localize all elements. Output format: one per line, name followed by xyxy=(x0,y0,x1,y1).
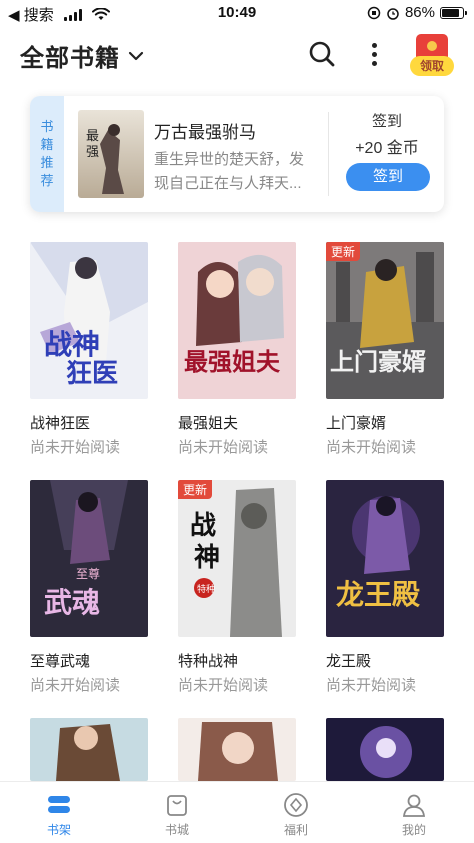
svg-text:最强姐夫: 最强姐夫 xyxy=(184,348,281,376)
status-right: 86% xyxy=(367,4,467,21)
battery-icon xyxy=(440,6,467,19)
nav-bookstore[interactable]: 书城 xyxy=(147,792,207,838)
nav-label: 书架 xyxy=(46,823,71,837)
svg-text:武魂: 武魂 xyxy=(44,586,100,619)
book-cover[interactable]: 战 神 特种 更新 xyxy=(178,480,296,637)
checkin-text: 签到 xyxy=(371,113,402,130)
book-title: 最强姐夫 xyxy=(178,415,239,432)
svg-text:战神: 战神 xyxy=(44,328,100,361)
svg-text:狂医: 狂医 xyxy=(66,359,118,389)
book-cover[interactable]: 上门豪婿 更新 xyxy=(326,242,444,399)
store-bag-icon xyxy=(167,795,187,816)
book-read-status: 尚未开始阅读 xyxy=(326,439,417,456)
book-read-status: 尚未开始阅读 xyxy=(30,439,121,456)
recommend-book-cover[interactable]: 最 强 xyxy=(78,110,144,198)
checkin-reward: +20 金币 xyxy=(355,140,419,157)
book-cover[interactable]: 龙王殿 xyxy=(326,480,444,637)
book-cover[interactable]: 最强姐夫 xyxy=(178,242,296,399)
nav-profile[interactable]: 我的 xyxy=(384,792,444,838)
alarm-icon xyxy=(387,7,399,20)
update-badge: 更新 xyxy=(326,242,361,261)
divider xyxy=(328,112,329,196)
svg-text:最: 最 xyxy=(86,129,99,144)
more-options-icon[interactable] xyxy=(364,40,384,68)
book-cover[interactable] xyxy=(178,718,296,781)
update-badge: 更新 xyxy=(178,480,213,499)
welfare-diamond-icon xyxy=(284,793,308,817)
nav-label: 福利 xyxy=(283,823,308,837)
svg-text:战: 战 xyxy=(190,511,216,541)
checkin-button[interactable]: 签到 xyxy=(346,163,430,191)
svg-text:上门豪婿: 上门豪婿 xyxy=(330,348,426,376)
svg-text:神: 神 xyxy=(194,543,220,573)
book-title: 至尊武魂 xyxy=(30,653,91,670)
battery-percent: 86% xyxy=(404,4,435,21)
book-cover[interactable]: 战神 狂医 xyxy=(30,242,148,399)
book-read-status: 尚未开始阅读 xyxy=(30,677,121,694)
recommend-tag-label: 书籍推荐 xyxy=(40,119,54,188)
search-icon[interactable] xyxy=(308,40,336,68)
page-title: 全部书籍 xyxy=(20,45,120,72)
recommend-book-title[interactable]: 万古最强驸马 xyxy=(154,118,256,143)
svg-text:特种: 特种 xyxy=(197,583,215,595)
book-title: 上门豪婿 xyxy=(326,415,387,432)
nav-label: 我的 xyxy=(401,823,426,837)
nav-label: 书城 xyxy=(164,823,189,837)
claim-red-packet-button[interactable]: 领取 xyxy=(410,34,454,78)
book-read-status: 尚未开始阅读 xyxy=(178,677,269,694)
book-title: 特种战神 xyxy=(178,653,239,670)
recommend-card: 书籍推荐 最 强 万古最强驸马 重生异世的楚天舒，发现自己正在与人拜天... 签… xyxy=(30,96,444,212)
book-cover[interactable] xyxy=(30,718,148,781)
recommend-tag: 书籍推荐 xyxy=(30,96,64,212)
book-filter-dropdown[interactable]: 全部书籍 xyxy=(20,38,144,73)
battery-level-fill xyxy=(442,8,460,17)
orientation-lock-icon xyxy=(367,6,381,19)
profile-icon xyxy=(402,794,426,817)
bottom-nav: 书架 书城 福利 我的 xyxy=(0,781,474,843)
book-read-status: 尚未开始阅读 xyxy=(326,677,417,694)
book-title: 战神狂医 xyxy=(30,415,91,432)
book-cover[interactable] xyxy=(326,718,444,781)
status-bar: ◀ 搜索 10:49 86% xyxy=(0,0,474,26)
book-cover[interactable]: 至尊 武魂 xyxy=(30,480,148,637)
svg-text:龙王殿: 龙王殿 xyxy=(336,578,420,611)
chevron-down-icon xyxy=(128,51,144,60)
book-read-status: 尚未开始阅读 xyxy=(178,439,269,456)
nav-welfare[interactable]: 福利 xyxy=(266,792,326,838)
top-header: 全部书籍 领取 xyxy=(0,30,474,76)
nav-bookshelf[interactable]: 书架 xyxy=(29,792,89,838)
claim-label: 领取 xyxy=(410,56,454,76)
recommend-book-description: 重生异世的楚天舒，发现自己正在与人拜天... xyxy=(154,151,305,192)
svg-text:至尊: 至尊 xyxy=(76,566,100,581)
svg-text:强: 强 xyxy=(86,145,99,160)
bookshelf-icon xyxy=(48,796,70,813)
book-title: 龙王殿 xyxy=(326,653,372,670)
